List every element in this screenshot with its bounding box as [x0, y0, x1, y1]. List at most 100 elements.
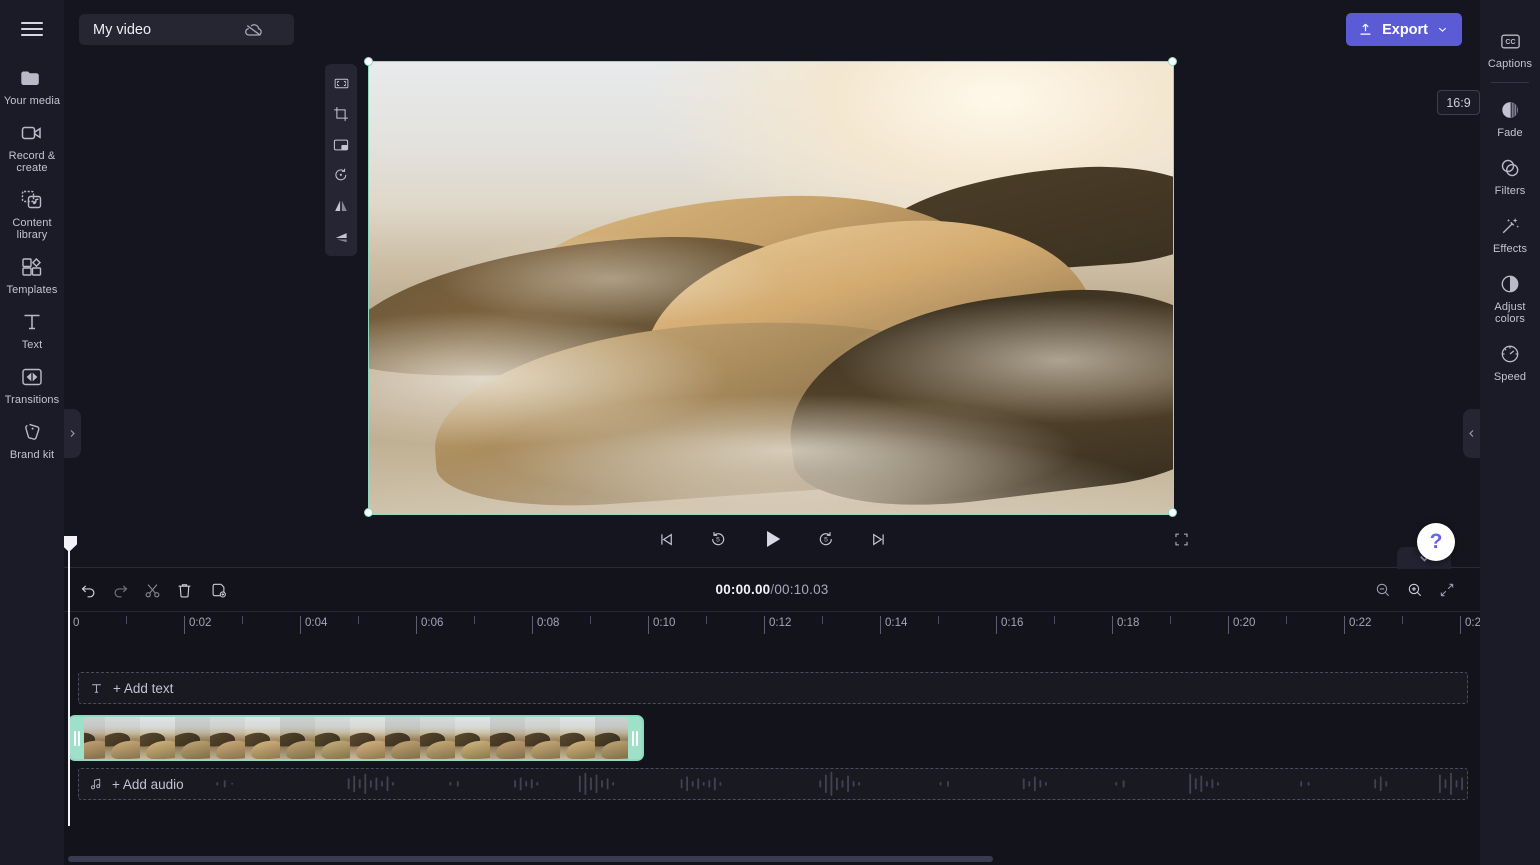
clip-thumbnail: [420, 717, 455, 759]
chevron-right-icon: [70, 430, 75, 437]
sidebar-item-label: Fade: [1497, 127, 1523, 139]
sidebar-item-adjust-colors[interactable]: Adjust colors: [1480, 263, 1540, 333]
delete-button[interactable]: [170, 576, 198, 604]
time-display: 00:00.00/00:10.03: [715, 582, 828, 597]
fit-to-frame-icon[interactable]: [325, 68, 357, 99]
ruler-label: 0:12: [769, 617, 792, 629]
sidebar-item-label: Content library: [12, 217, 52, 241]
duplicate-button[interactable]: [204, 576, 232, 604]
clip-thumbnail: [280, 717, 315, 759]
ruler-tick-minor: [1170, 616, 1171, 624]
timeline-tracks: + Add text + Add audio: [64, 643, 1480, 864]
ruler-tick-minor: [938, 616, 939, 624]
transitions-icon: [19, 364, 45, 390]
music-note-icon: [89, 777, 103, 791]
sidebar-item-effects[interactable]: Effects: [1480, 205, 1540, 263]
right-sidebar-collapse-toggle[interactable]: [1463, 409, 1480, 458]
sidebar-item-templates[interactable]: Templates: [0, 247, 64, 302]
zoom-in-button[interactable]: [1402, 577, 1428, 603]
sidebar-item-captions[interactable]: CC Captions: [1480, 20, 1540, 78]
help-button[interactable]: ?: [1417, 523, 1455, 561]
ruler-tick-minor: [126, 616, 127, 624]
preview-area: 16:9 5 5: [64, 57, 1480, 567]
ruler-label: 0:20: [1233, 617, 1256, 629]
rewind-5-seconds-button[interactable]: 5: [703, 524, 733, 554]
templates-icon: [19, 254, 45, 280]
ruler-tick-major: [648, 616, 649, 634]
upload-icon: [1360, 23, 1371, 35]
undo-button[interactable]: [74, 576, 102, 604]
sidebar-item-your-media[interactable]: Your media: [0, 58, 64, 113]
video-preview-canvas[interactable]: [368, 61, 1174, 515]
export-button[interactable]: Export: [1346, 13, 1462, 46]
sidebar-item-text[interactable]: Text: [0, 302, 64, 357]
ruler-label: 0:16: [1001, 617, 1024, 629]
sidebar-item-brand-kit[interactable]: Brand kit: [0, 412, 64, 467]
aspect-ratio-badge[interactable]: 16:9: [1437, 90, 1480, 115]
audio-waveform-placeholder: [216, 771, 1464, 796]
right-sidebar: CC Captions Fade Filters Effects Adjust …: [1480, 0, 1540, 865]
add-text-track[interactable]: + Add text: [78, 672, 1468, 704]
top-bar: Export: [64, 0, 1480, 58]
flip-horizontal-icon[interactable]: [325, 191, 357, 222]
cloud-sync-status-button[interactable]: [236, 14, 272, 45]
play-button[interactable]: [755, 522, 789, 556]
clip-thumbnail: [350, 717, 385, 759]
hamburger-menu-icon[interactable]: [0, 0, 64, 58]
crop-icon[interactable]: [325, 99, 357, 130]
clip-thumbnail: [245, 717, 280, 759]
rotate-icon[interactable]: [325, 160, 357, 191]
sidebar-item-fade[interactable]: Fade: [1480, 89, 1540, 147]
media-library-icon: [19, 187, 45, 213]
ruler-tick-major: [300, 616, 301, 634]
sidebar-item-content-library[interactable]: Content library: [0, 180, 64, 247]
clip-thumbnail: [105, 717, 140, 759]
playback-controls-bar: 5 5: [64, 519, 1480, 567]
video-camera-icon: [19, 120, 45, 146]
flip-vertical-icon[interactable]: [325, 221, 357, 252]
selection-handle-bottom-left[interactable]: [364, 508, 373, 517]
add-text-label: + Add text: [113, 680, 174, 696]
ruler-tick-major: [1112, 616, 1113, 634]
ruler-tick-major: [1460, 616, 1461, 634]
ruler-tick-minor: [1054, 616, 1055, 624]
split-button[interactable]: [138, 576, 166, 604]
sidebar-item-filters[interactable]: Filters: [1480, 147, 1540, 205]
sidebar-item-label: Effects: [1492, 243, 1528, 255]
zoom-out-button[interactable]: [1370, 577, 1396, 603]
selection-handle-top-right[interactable]: [1168, 57, 1177, 66]
sidebar-item-label: Transitions: [4, 394, 60, 406]
fit-timeline-button[interactable]: [1434, 577, 1460, 603]
selection-handle-top-left[interactable]: [364, 57, 373, 66]
fade-icon: [1497, 97, 1523, 123]
svg-text:5: 5: [716, 537, 720, 544]
clip-edit-toolbar: [325, 64, 357, 256]
timeline-horizontal-scrollbar[interactable]: [68, 856, 993, 862]
selection-handle-bottom-right[interactable]: [1168, 508, 1177, 517]
skip-to-start-button[interactable]: [651, 524, 681, 554]
clip-trim-handle-left[interactable]: [70, 717, 84, 759]
redo-button[interactable]: [106, 576, 134, 604]
video-clip-selected[interactable]: [68, 715, 644, 761]
sidebar-item-label: Your media: [3, 95, 61, 107]
clip-thumbnail: [210, 717, 245, 759]
sidebar-item-transitions[interactable]: Transitions: [0, 357, 64, 412]
add-audio-track[interactable]: + Add audio: [78, 768, 1468, 800]
ruler-label: 0:08: [537, 617, 560, 629]
timeline-ruler[interactable]: 0 0:02 0:04 0:06 0:08 0:10 0:12 0:14 0:16 0:18 0:2…: [64, 611, 1519, 643]
clip-thumbnail: [455, 717, 490, 759]
clip-thumbnail: [525, 717, 560, 759]
fullscreen-button[interactable]: [1167, 525, 1195, 553]
picture-in-picture-icon[interactable]: [325, 129, 357, 160]
ruler-tick-major: [184, 616, 185, 634]
sidebar-item-label: Record & create: [8, 150, 56, 174]
sidebar-item-speed[interactable]: Speed: [1480, 333, 1540, 391]
sidebar-item-record-create[interactable]: Record & create: [0, 113, 64, 180]
chevron-left-icon: [1469, 430, 1474, 437]
ruler-tick-minor: [590, 616, 591, 624]
left-sidebar-collapse-toggle[interactable]: [64, 409, 81, 458]
forward-5-seconds-button[interactable]: 5: [811, 524, 841, 554]
skip-to-end-button[interactable]: [863, 524, 893, 554]
sidebar-item-label: Filters: [1494, 185, 1526, 197]
clip-trim-handle-right[interactable]: [628, 717, 642, 759]
